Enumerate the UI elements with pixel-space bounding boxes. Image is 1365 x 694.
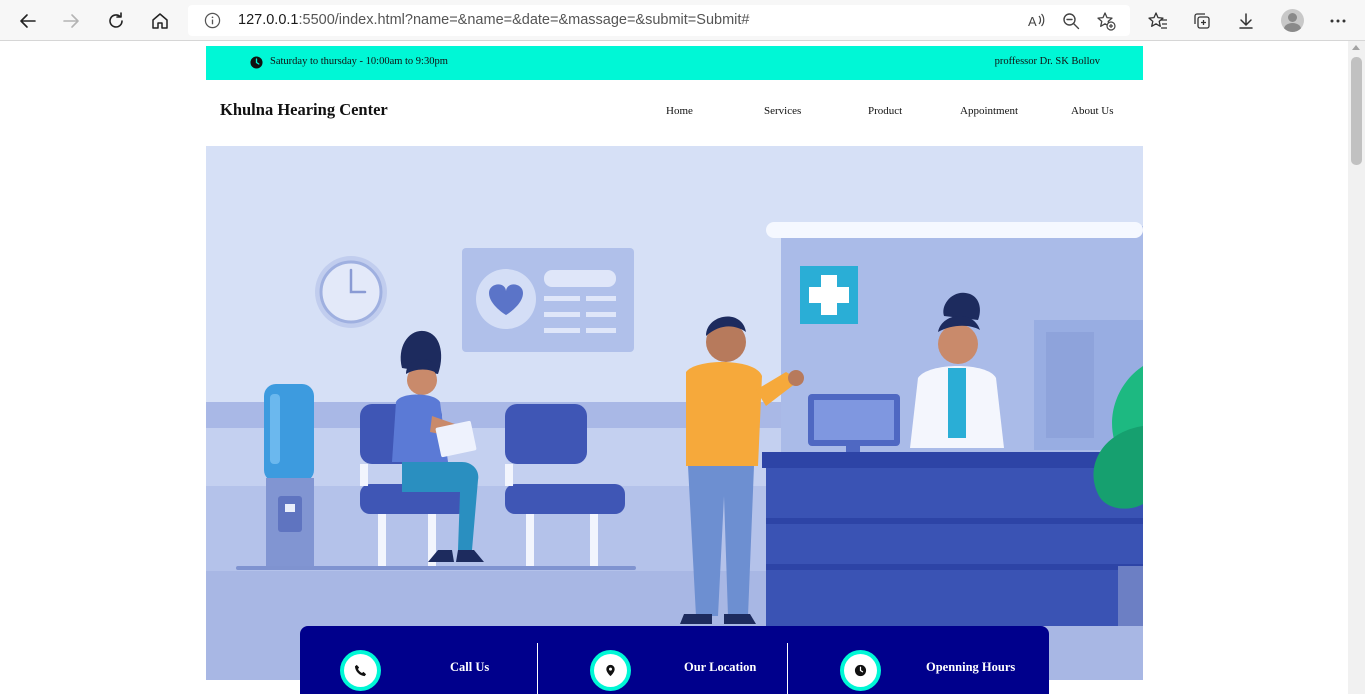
collections-icon <box>1194 13 1210 29</box>
opening-hours-item[interactable]: Openning Hours <box>788 626 1049 694</box>
call-us-label: Call Us <box>450 660 490 674</box>
nav-product[interactable]: Product <box>868 105 902 117</box>
hospital-reception-illustration <box>206 146 1143 680</box>
clock-icon <box>854 664 867 677</box>
profile-avatar[interactable] <box>1281 9 1304 32</box>
location-icon-circle <box>594 654 627 687</box>
collections-button[interactable] <box>1187 6 1217 36</box>
desk-front-drawing <box>762 452 1143 626</box>
settings-menu-button[interactable] <box>1323 6 1353 36</box>
refresh-icon <box>109 12 123 28</box>
hours-icon-badge <box>840 650 881 691</box>
zoom-out-icon[interactable] <box>1061 11 1081 31</box>
home-button[interactable] <box>145 6 175 36</box>
address-bar[interactable]: 127.0.0.1:5500/index.html?name=&name=&da… <box>188 5 1130 36</box>
wall-clock-drawing <box>315 256 387 328</box>
call-us-item[interactable]: Call Us <box>300 626 537 694</box>
top-info-bar: Saturday to thursday - 10:00am to 9:30pm… <box>206 46 1143 80</box>
water-cooler-drawing <box>264 384 314 568</box>
page-scrollbar[interactable] <box>1348 41 1365 694</box>
url-text[interactable]: 127.0.0.1:5500/index.html?name=&name=&da… <box>238 12 749 28</box>
url-host: 127.0.0.1 <box>238 12 299 28</box>
opening-hours-label: Openning Hours <box>926 660 1016 674</box>
location-icon-badge <box>590 650 631 691</box>
url-path: :5500/index.html?name=&name=&date=&massa… <box>298 12 750 28</box>
scroll-up-arrow-icon[interactable] <box>1352 45 1360 50</box>
read-aloud-icon[interactable]: A <box>1026 11 1046 31</box>
site-info-icon[interactable] <box>204 12 221 29</box>
home-icon <box>152 13 168 29</box>
clock-icon <box>250 56 263 69</box>
wall-heart-poster <box>462 248 634 352</box>
avatar-head <box>1288 13 1297 22</box>
location-pin-icon <box>606 664 615 677</box>
phone-icon-badge <box>340 650 381 691</box>
scrollbar-thumb[interactable] <box>1351 57 1362 165</box>
phone-icon <box>354 664 367 677</box>
forward-button[interactable] <box>56 6 86 36</box>
nav-services[interactable]: Services <box>764 105 801 117</box>
more-options-icon <box>1330 19 1346 23</box>
browser-toolbar: 127.0.0.1:5500/index.html?name=&name=&da… <box>0 0 1365 41</box>
contact-info-bar: Call Us Our Location Openning Hours <box>300 626 1049 694</box>
location-item[interactable]: Our Location <box>538 626 787 694</box>
phone-icon-circle <box>344 654 377 687</box>
favorites-button[interactable] <box>1143 6 1173 36</box>
forward-arrow-icon <box>63 14 79 28</box>
nav-appointment[interactable]: Appointment <box>960 105 1018 117</box>
avatar-shoulders <box>1284 23 1301 32</box>
nav-home[interactable]: Home <box>666 105 693 117</box>
back-arrow-icon <box>20 14 36 28</box>
svg-text:A: A <box>1028 14 1037 29</box>
refresh-button[interactable] <box>101 6 131 36</box>
nav-about-us[interactable]: About Us <box>1071 105 1113 117</box>
doctor-name-text: proffessor Dr. SK Bollov <box>994 56 1100 67</box>
hours-icon-circle <box>844 654 877 687</box>
site-brand[interactable]: Khulna Hearing Center <box>220 100 388 120</box>
add-favorite-icon[interactable] <box>1096 11 1116 31</box>
back-button[interactable] <box>13 6 43 36</box>
downloads-button[interactable] <box>1231 6 1261 36</box>
location-label: Our Location <box>684 660 757 674</box>
opening-hours-text: Saturday to thursday - 10:00am to 9:30pm <box>270 56 448 67</box>
hero-banner <box>206 146 1143 680</box>
download-icon <box>1239 13 1253 29</box>
favorites-icon <box>1148 12 1167 29</box>
